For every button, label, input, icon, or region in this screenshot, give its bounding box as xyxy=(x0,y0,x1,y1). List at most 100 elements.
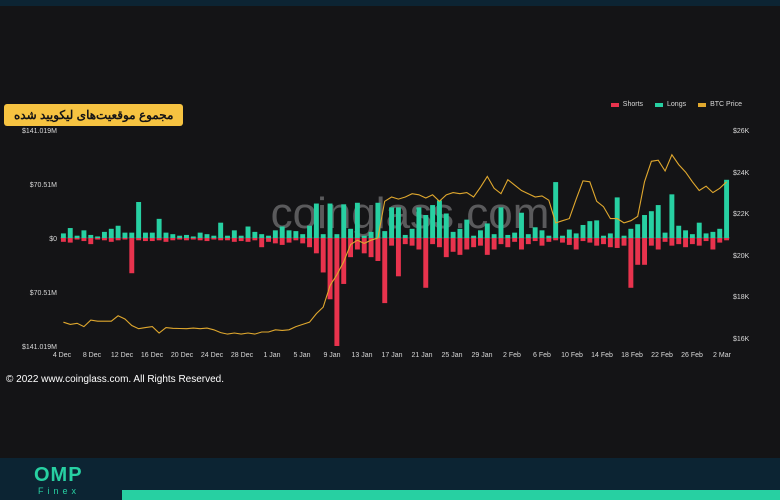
bar-long xyxy=(149,232,155,238)
bar-long xyxy=(703,233,709,238)
bar-short xyxy=(457,238,463,255)
bar-short xyxy=(190,238,196,240)
bar-short xyxy=(628,238,634,288)
bar-short xyxy=(443,238,449,258)
bar-long xyxy=(142,232,148,238)
bar-short xyxy=(375,238,381,261)
bar-long xyxy=(402,234,408,238)
x-tick-label: 4 Dec xyxy=(53,352,72,359)
x-tick-label: 16 Dec xyxy=(141,352,164,359)
bar-long xyxy=(382,231,388,238)
x-tick-label: 26 Feb xyxy=(681,352,703,359)
bar-short xyxy=(539,238,545,246)
bar-short xyxy=(423,238,429,288)
bar-long xyxy=(348,228,354,238)
bar-long xyxy=(539,230,545,238)
bar-long xyxy=(430,205,436,238)
y-left-tick-label: $141.019M xyxy=(22,344,57,351)
bar-short xyxy=(607,238,613,248)
bar-long xyxy=(450,231,456,238)
bar-short xyxy=(573,238,579,250)
bar-short xyxy=(498,238,504,245)
bar-short xyxy=(560,238,565,243)
bar-short xyxy=(361,238,367,254)
bar-short xyxy=(566,238,572,245)
bar-short xyxy=(614,238,620,248)
copyright-text: © 2022 www.coinglass.com. All Rights Res… xyxy=(6,374,225,385)
bar-long xyxy=(580,224,586,238)
bar-short xyxy=(430,238,436,245)
bar-short xyxy=(286,238,292,243)
x-tick-label: 6 Feb xyxy=(533,352,551,359)
bar-short xyxy=(238,238,244,242)
bar-long xyxy=(327,203,333,238)
bar-short xyxy=(648,238,654,246)
x-tick-label: 12 Dec xyxy=(111,352,134,359)
bar-long xyxy=(416,207,422,238)
bar-short xyxy=(382,238,388,304)
bar-long xyxy=(532,227,538,238)
bar-short xyxy=(635,238,641,265)
liquidation-chart: coinglass.com $141.019M$70.51M$0$70.51M$… xyxy=(22,128,750,359)
bar-short xyxy=(532,238,538,242)
bar-long xyxy=(136,202,142,238)
bar-long xyxy=(231,230,237,238)
bar-short xyxy=(642,238,648,265)
bar-long xyxy=(313,203,319,238)
bar-long xyxy=(375,202,381,238)
bar-long xyxy=(163,232,169,238)
bar-short xyxy=(197,238,203,241)
bar-long xyxy=(211,235,217,238)
bar-short xyxy=(519,238,524,250)
bar-short xyxy=(122,238,128,240)
bar-long xyxy=(320,234,326,238)
bar-long xyxy=(354,202,360,238)
bar-long xyxy=(81,230,87,238)
bar-short xyxy=(703,238,709,242)
bar-long xyxy=(95,236,101,238)
bar-short xyxy=(60,238,66,242)
bar-short xyxy=(156,238,162,241)
bar-long xyxy=(457,228,463,238)
bar-long xyxy=(170,234,176,238)
bar-short xyxy=(546,238,552,242)
bar-long xyxy=(594,220,600,238)
bar-long xyxy=(491,234,497,238)
bar-short xyxy=(683,238,689,248)
x-tick-label: 24 Dec xyxy=(201,352,224,359)
bar-long xyxy=(655,205,661,238)
y-right-tick-label: $20K xyxy=(733,253,750,260)
y-right-tick-label: $22K xyxy=(733,211,750,218)
bar-long xyxy=(272,230,278,238)
bar-long xyxy=(614,197,620,238)
bar-short xyxy=(320,238,326,273)
bar-long xyxy=(293,231,299,238)
bar-long xyxy=(566,229,572,238)
bar-long xyxy=(717,228,723,238)
bar-short xyxy=(266,238,271,242)
bar-long xyxy=(218,222,224,238)
x-tick-label: 2 Mar xyxy=(713,352,732,359)
bar-short xyxy=(389,238,395,246)
bar-long xyxy=(601,235,606,238)
bar-long xyxy=(122,232,128,238)
bar-long xyxy=(621,235,627,238)
bar-short xyxy=(300,238,306,244)
y-right-tick-label: $18K xyxy=(733,294,750,301)
bar-short xyxy=(621,238,627,246)
bar-long xyxy=(307,225,313,238)
x-tick-label: 21 Jan xyxy=(411,352,432,359)
bar-long xyxy=(259,234,265,238)
bar-long xyxy=(477,230,483,238)
bar-short xyxy=(525,238,531,245)
bar-long xyxy=(607,233,613,238)
bar-long xyxy=(279,226,285,238)
bar-long xyxy=(648,211,654,238)
bar-long xyxy=(635,224,641,238)
bar-short xyxy=(163,238,169,242)
bar-short xyxy=(245,238,251,242)
bar-short xyxy=(334,238,340,346)
bar-long xyxy=(108,228,114,238)
bar-short xyxy=(149,238,155,242)
bar-short xyxy=(129,238,135,274)
